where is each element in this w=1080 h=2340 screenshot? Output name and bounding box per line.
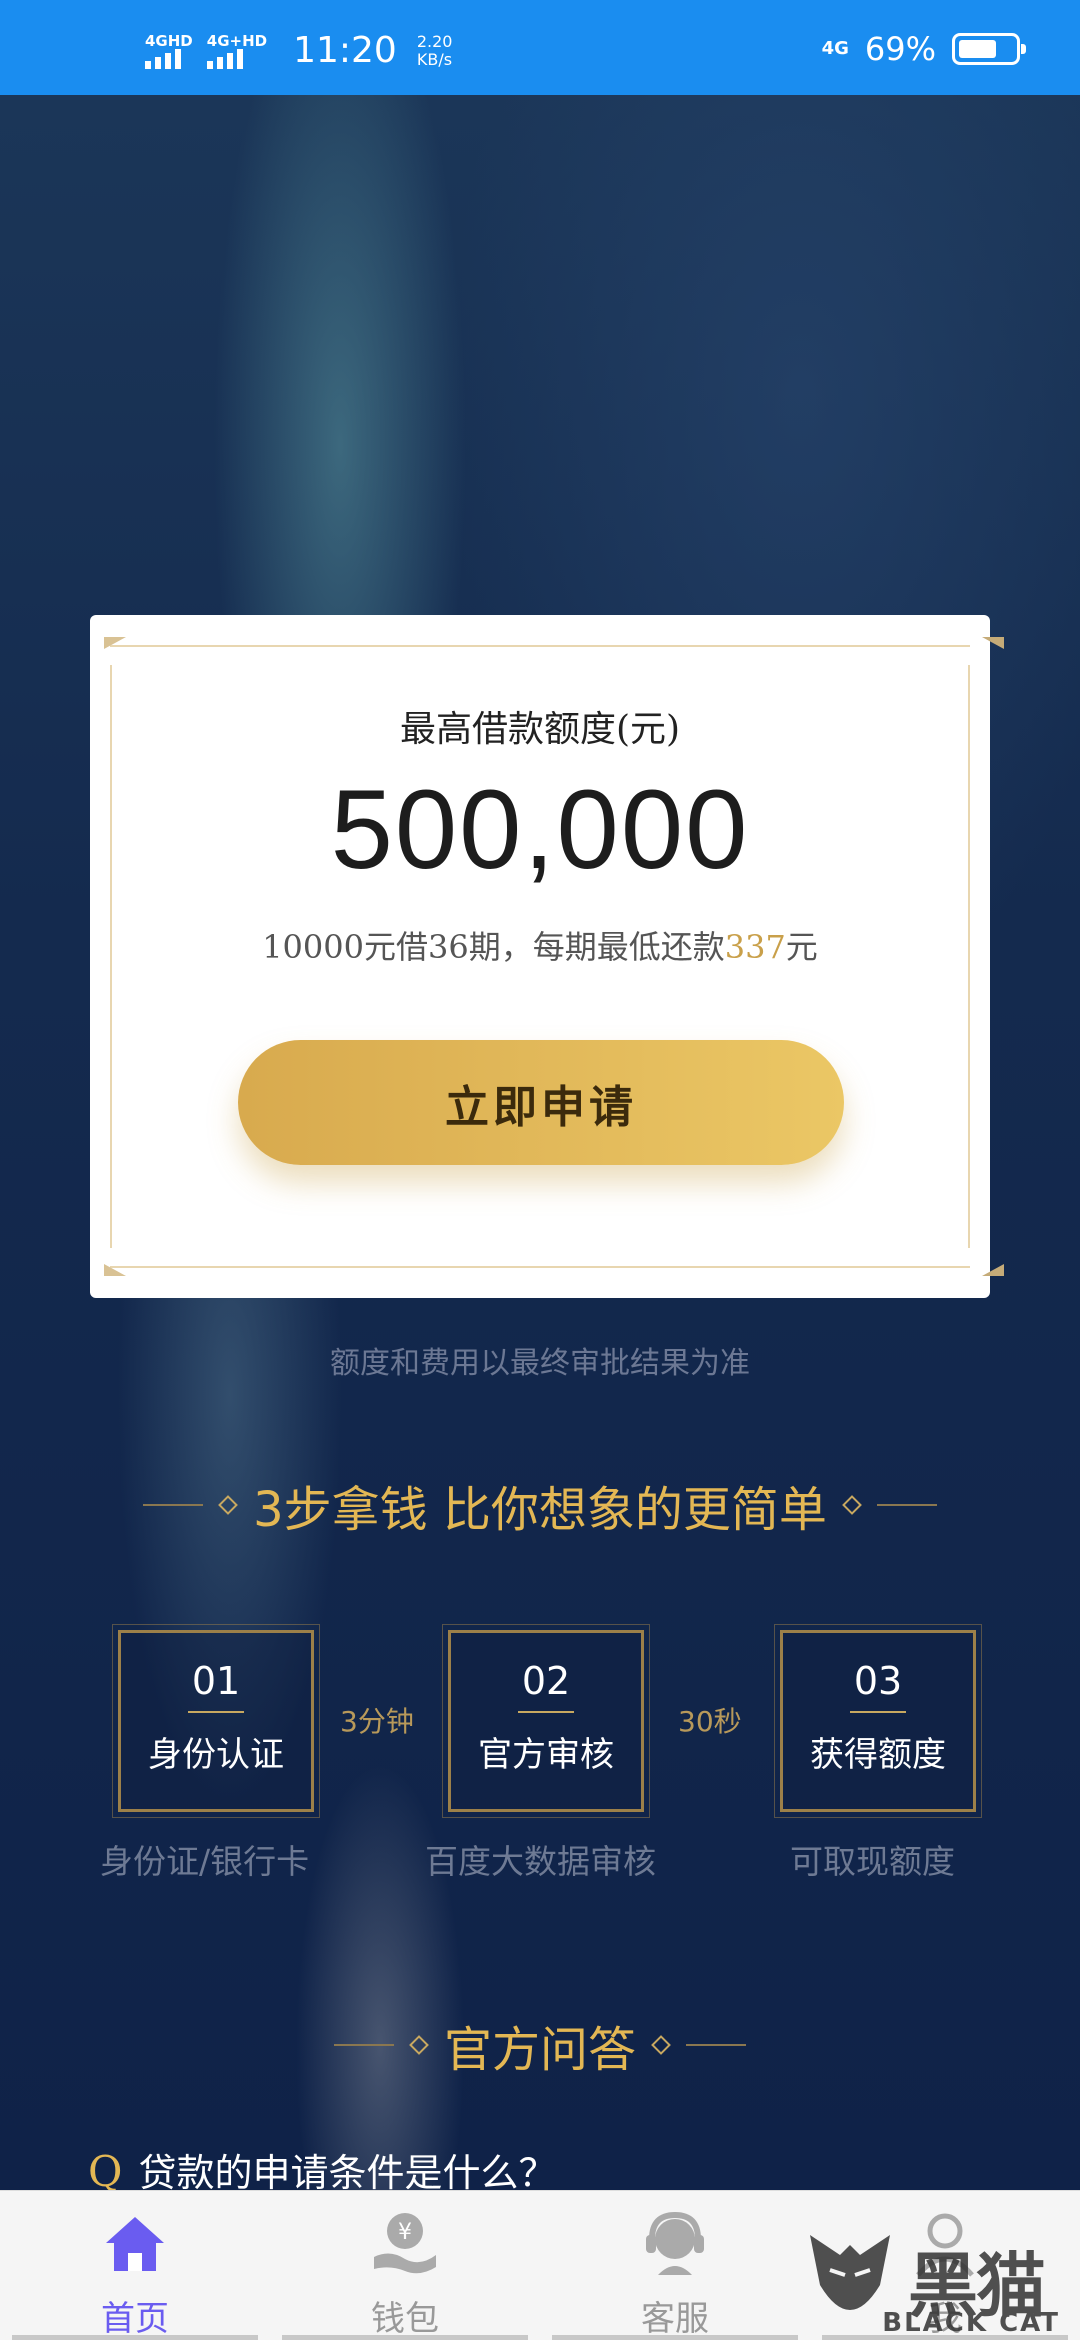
step-card-3: 03 获得额度 <box>774 1624 982 1818</box>
question-text: 贷款的申请条件是什么？ <box>138 2151 557 2195</box>
step-card-1: 01 身份认证 <box>112 1624 320 1818</box>
sim2-signal: 4G+HD <box>206 31 268 69</box>
step-number: 01 <box>191 1659 241 1703</box>
nav-item-home[interactable]: 首页 <box>0 2191 270 2340</box>
wallet-icon: ¥ <box>370 2209 440 2279</box>
battery-icon <box>952 33 1026 65</box>
diamond-icon <box>409 2035 429 2055</box>
step-divider <box>850 1711 906 1713</box>
step-number: 03 <box>853 1659 903 1703</box>
step-divider <box>518 1711 574 1713</box>
steps-section-title: 3步拿钱 比你想象的更简单 <box>0 1470 1080 1540</box>
nav-label: 首页 <box>101 2299 169 2339</box>
sim1-label: 4GHD <box>145 31 193 50</box>
question-mark-label: Q <box>88 2147 123 2196</box>
card-title: 最高借款额度(元) <box>399 709 681 750</box>
signal-bars-icon <box>145 48 181 69</box>
divider-line <box>333 2044 394 2046</box>
corner-ornament-icon <box>104 1264 126 1276</box>
diamond-icon <box>651 2035 671 2055</box>
max-loan-amount: 500,000 <box>330 767 750 892</box>
steps-title-text: 3步拿钱 比你想象的更简单 <box>253 1482 827 1538</box>
step-number: 02 <box>521 1659 571 1703</box>
repayment-amount: 337 <box>724 928 786 966</box>
repayment-unit: 元 <box>785 928 818 966</box>
corner-ornament-icon <box>982 1264 1004 1276</box>
status-bar: 4GHD 4G+HD 11:20 2.20 KB/s 4G 69% <box>0 0 1080 95</box>
repayment-example: 10000元借36期，每期最低还款337元 <box>90 922 990 968</box>
battery-fill <box>959 40 997 58</box>
apply-now-button[interactable]: 立即申请 <box>238 1040 844 1165</box>
svg-text:¥: ¥ <box>398 2220 412 2245</box>
clock: 11:20 <box>293 30 397 71</box>
divider-line <box>143 1504 204 1506</box>
nav-strip <box>552 2335 798 2340</box>
watermark-en: BLACK CAT <box>882 2308 1060 2338</box>
speed-value: 2.20 <box>416 31 453 51</box>
sim2-label: 4G+HD <box>206 31 268 50</box>
step-desc-2: 百度大数据审核 <box>425 1842 656 1881</box>
divider-line <box>876 1504 937 1506</box>
blackcat-watermark: 黑猫 BLACK CAT <box>800 2220 1070 2340</box>
corner-ornament-icon <box>982 637 1004 649</box>
status-right: 4G 69% <box>821 30 1026 68</box>
step-duration-2: 30秒 <box>678 1705 742 1738</box>
qa-title-text: 官方问答 <box>443 2022 636 2078</box>
sim1-signal: 4GHD <box>145 33 193 69</box>
battery-percent: 69% <box>864 30 936 68</box>
nav-strip <box>282 2335 528 2340</box>
approval-disclaimer: 额度和费用以最终审批结果为准 <box>330 1346 750 1381</box>
loan-card: 最高借款额度(元) 500,000 10000元借36期，每期最低还款337元 … <box>90 615 1004 1298</box>
step-label: 官方审核 <box>478 1735 614 1775</box>
speed-unit: KB/s <box>416 49 453 69</box>
qa-section-title: 官方问答 <box>0 2010 1080 2080</box>
divider-line <box>686 2044 746 2046</box>
step-card-2: 02 官方审核 <box>442 1624 650 1818</box>
step-divider <box>188 1711 244 1713</box>
nav-label: 客服 <box>641 2299 709 2339</box>
network-type: 4G <box>821 38 849 59</box>
step-label: 获得额度 <box>810 1735 946 1775</box>
signal-bars-icon <box>206 48 243 69</box>
diamond-icon <box>218 1495 238 1515</box>
step-duration-1: 3分钟 <box>340 1705 414 1738</box>
home-icon <box>100 2209 170 2279</box>
nav-strip <box>12 2335 258 2340</box>
nav-label: 钱包 <box>371 2299 439 2339</box>
step-label: 身份认证 <box>148 1735 284 1775</box>
diamond-icon <box>842 1495 862 1515</box>
customer-service-icon <box>640 2209 710 2279</box>
network-speed: 2.20 KB/s <box>416 31 453 69</box>
nav-item-wallet[interactable]: ¥ 钱包 <box>270 2191 540 2340</box>
step-desc-1: 身份证/银行卡 <box>100 1842 310 1881</box>
nav-item-service[interactable]: 客服 <box>540 2191 810 2340</box>
repayment-text: 10000元借36期，每期最低还款 <box>262 928 725 966</box>
step-desc-3: 可取现额度 <box>790 1842 955 1881</box>
corner-ornament-icon <box>104 637 126 649</box>
qa-item[interactable]: Q 贷款的申请条件是什么？ <box>88 2142 556 2197</box>
status-left: 4GHD 4G+HD 11:20 2.20 KB/s <box>145 30 452 71</box>
